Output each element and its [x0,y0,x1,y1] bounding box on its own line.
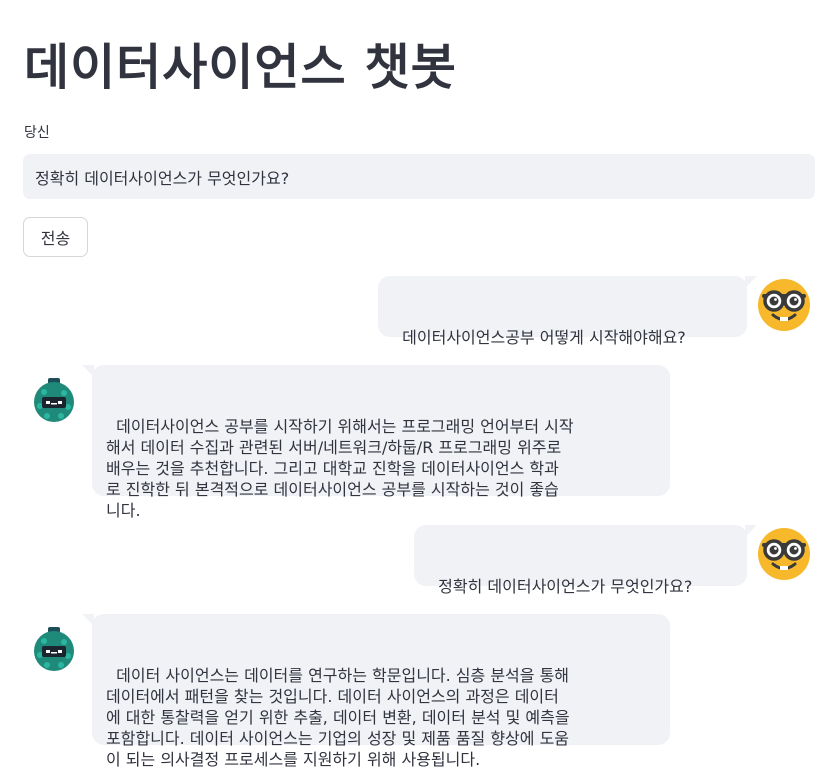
user-message-bubble: 데이터사이언스공부 어떻게 시작해야해요? [378,276,757,347]
message-input-label: 당신 [24,125,50,141]
nerd-face-icon [758,279,810,331]
bot-message-bubble: 데이터사이언스 공부를 시작하기 위해서는 프로그래밍 언어부터 시작 해서 데… [82,365,670,520]
user-message-bubble: 정확히 데이터사이언스가 무엇인가요? [414,525,757,596]
user-message-text: 정확히 데이터사이언스가 무엇인가요? [438,577,693,596]
robot-avatar-icon [34,378,74,422]
robot-avatar-icon [34,627,74,671]
nerd-face-icon [758,528,810,580]
bot-message-text: 데이터사이언스 공부를 시작하기 위해서는 프로그래밍 언어부터 시작 해서 데… [106,417,574,520]
bot-message-bubble: 데이터 사이언스는 데이터를 연구하는 학문입니다. 심층 분석을 통해 데이터… [82,614,670,769]
bot-message-text: 데이터 사이언스는 데이터를 연구하는 학문입니다. 심층 분석을 통해 데이터… [106,666,570,769]
message-input[interactable] [23,154,815,199]
page-title: 데이터사이언스 챗봇 [24,39,457,96]
user-message-text: 데이터사이언스공부 어떻게 시작해야해요? [402,328,686,347]
send-button[interactable]: 전송 [23,217,88,257]
